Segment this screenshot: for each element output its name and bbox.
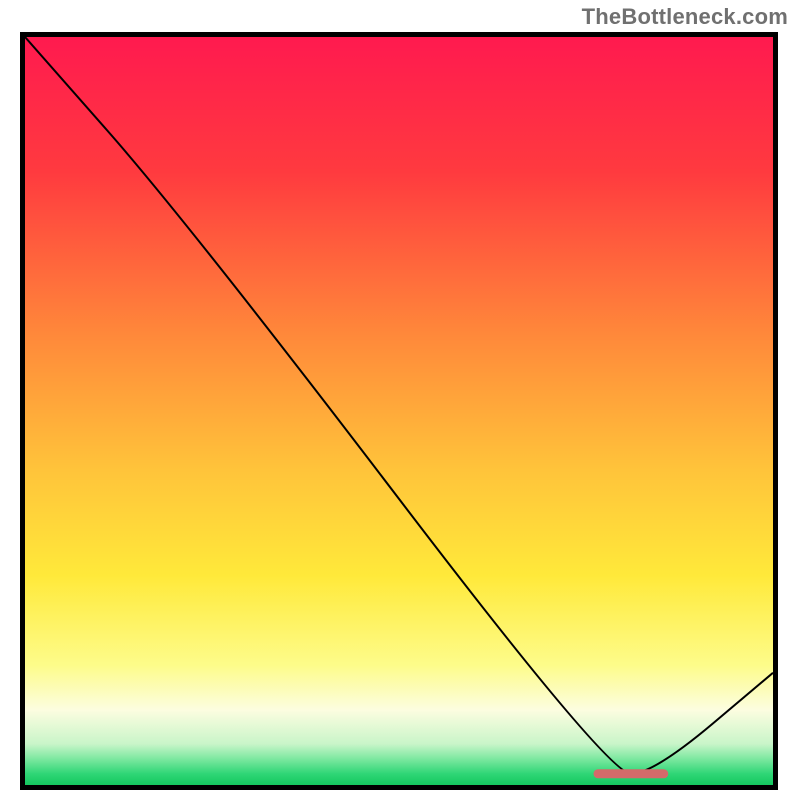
plot-area bbox=[20, 32, 778, 790]
gradient-background bbox=[25, 37, 773, 785]
chart-frame: TheBottleneck.com bbox=[0, 0, 800, 800]
optimal-range-marker bbox=[593, 769, 668, 778]
watermark-text: TheBottleneck.com bbox=[582, 4, 788, 30]
chart-svg bbox=[25, 37, 773, 785]
